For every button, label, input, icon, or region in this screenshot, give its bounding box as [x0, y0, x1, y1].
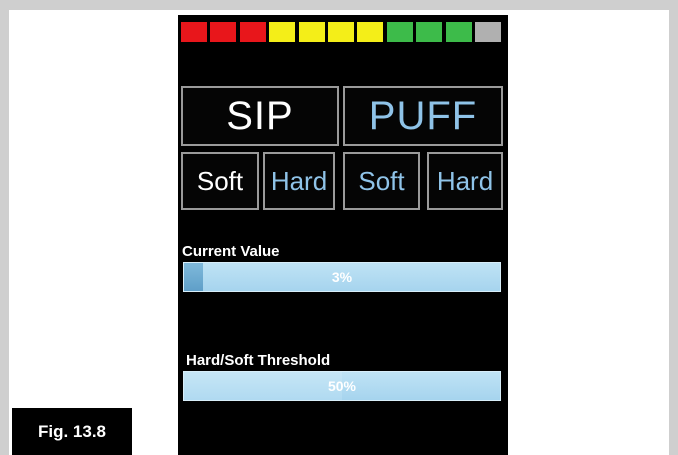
puff-hard-button[interactable]: Hard	[427, 152, 503, 210]
meter-segment	[416, 22, 443, 42]
meter-segment	[210, 22, 237, 42]
puff-hard-label: Hard	[436, 166, 494, 196]
frame-border-left	[0, 0, 9, 455]
sip-hard-label: Hard	[270, 166, 328, 196]
puff-soft-label: Soft	[358, 166, 405, 196]
meter-segment	[239, 22, 266, 42]
threshold-slider[interactable]: 50%	[183, 371, 501, 401]
sip-button[interactable]: SIP	[181, 86, 339, 146]
meter-segment	[269, 22, 296, 42]
threshold-text: 50%	[327, 378, 357, 394]
meter-segment	[386, 22, 413, 42]
sip-hard-button[interactable]: Hard	[263, 152, 335, 210]
puff-soft-button[interactable]: Soft	[343, 152, 420, 210]
device-screen: SIP PUFF Soft Hard Soft Hard Current Val…	[178, 15, 508, 455]
level-meter	[181, 22, 504, 42]
meter-segment	[298, 22, 325, 42]
sip-soft-button[interactable]: Soft	[181, 152, 259, 210]
puff-label: PUFF	[368, 94, 478, 138]
frame-border-top	[0, 0, 678, 10]
sip-label: SIP	[226, 94, 294, 138]
sip-soft-label: Soft	[196, 166, 244, 196]
current-value-label: Current Value	[182, 243, 280, 260]
threshold-label: Hard/Soft Threshold	[186, 352, 331, 369]
meter-segment	[328, 22, 354, 42]
current-value-bar: 3%	[183, 262, 501, 292]
puff-button[interactable]: PUFF	[343, 86, 503, 146]
frame-border-right	[669, 0, 678, 455]
figure-label: Fig. 13.8	[12, 408, 132, 455]
meter-segment	[475, 22, 501, 42]
meter-segment	[357, 22, 384, 42]
current-value-text: 3%	[331, 269, 353, 285]
meter-segment	[181, 22, 207, 42]
meter-segment	[445, 22, 472, 42]
